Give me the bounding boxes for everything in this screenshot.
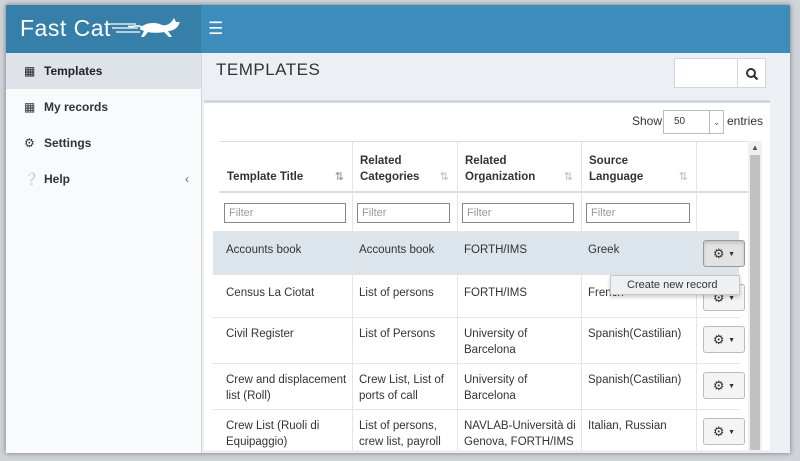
- sidebar-item-templates[interactable]: ▦ Templates: [6, 53, 201, 89]
- table-icon: ▦: [24, 100, 36, 114]
- filter-input-template-title[interactable]: Filter: [224, 203, 346, 223]
- cell-language: Spanish(Castilian): [588, 374, 682, 386]
- gear-icon: ⚙: [712, 378, 725, 393]
- column-header-actions: [696, 141, 748, 193]
- sidebar-item-settings[interactable]: ⚙ Settings: [6, 125, 201, 161]
- filter-input-organization[interactable]: Filter: [462, 203, 574, 223]
- column-header-label: Related Categories: [360, 153, 419, 185]
- cell-title: Crew List (Ruoli di Equipaggio): [226, 420, 320, 448]
- scroll-up-arrow-icon[interactable]: ▲: [748, 141, 762, 155]
- column-header-related-categories[interactable]: Related Categories ⇅: [352, 141, 457, 193]
- chevron-left-icon: ‹: [185, 172, 189, 186]
- column-header-label: Template Title: [227, 171, 304, 183]
- cell-language: Italian, Russian: [588, 420, 667, 432]
- column-header-label: Related Organization: [465, 153, 535, 185]
- table-icon: ▦: [24, 64, 36, 78]
- entries-select[interactable]: 50 ⌄: [663, 110, 724, 134]
- scrollbar-thumb[interactable]: [750, 155, 760, 450]
- caret-down-icon: ▼: [728, 337, 736, 345]
- row-actions-button[interactable]: ⚙ ▼: [703, 418, 745, 445]
- cell-categories: Accounts book: [359, 244, 435, 256]
- sidebar-item-label: Help: [44, 172, 71, 186]
- page-title: TEMPLATES: [216, 60, 321, 79]
- question-circle-icon: ❔: [24, 172, 39, 186]
- column-header-line2: Categories: [360, 171, 420, 183]
- filter-input-categories[interactable]: Filter: [357, 203, 450, 223]
- caret-down-icon: ▼: [728, 429, 736, 437]
- table-row[interactable]: Crew List (Ruoli di Equipaggio) List of …: [213, 409, 739, 450]
- chevron-down-icon: ⌄: [709, 111, 723, 133]
- cell-organization: NAVLAB-Università di Genova, FORTH/IMS: [464, 420, 576, 448]
- sort-icon: ⇅: [678, 171, 688, 183]
- filter-input-language[interactable]: Filter: [586, 203, 690, 223]
- sort-icon: ⇅: [439, 171, 449, 183]
- table-row[interactable]: Crew and displacement list (Roll) Crew L…: [213, 363, 739, 409]
- row-actions-button[interactable]: ⚙ ▼: [703, 372, 745, 399]
- table-row[interactable]: Accounts book Accounts book FORTH/IMS Gr…: [213, 231, 739, 274]
- column-header-related-organization[interactable]: Related Organization ⇅: [457, 141, 581, 193]
- cell-categories: List of persons: [359, 287, 434, 299]
- column-divider: [581, 141, 582, 450]
- cell-organization: University of Barcelona: [464, 328, 528, 356]
- entries-select-value: 50: [674, 116, 686, 127]
- table-row[interactable]: Civil Register List of Persons Universit…: [213, 317, 739, 363]
- cell-categories: List of persons, crew list, payroll: [359, 420, 441, 448]
- entries-label: entries: [727, 114, 764, 128]
- row-actions-button[interactable]: ⚙ ▼: [703, 326, 745, 353]
- column-header-line1: Source: [589, 155, 628, 167]
- sidebar-toggle-hamburger-icon[interactable]: ☰: [208, 19, 223, 39]
- table-scrollbar[interactable]: ▲: [748, 141, 762, 450]
- sidebar-item-my-records[interactable]: ▦ My records: [6, 89, 201, 125]
- logo[interactable]: Fast Cat: [6, 5, 201, 53]
- caret-down-icon: ▼: [728, 383, 736, 391]
- sort-icon: ⇅: [563, 171, 573, 183]
- column-header-template-title[interactable]: Template Title ⇅: [219, 141, 352, 193]
- top-header: Fast Cat ☰: [6, 5, 790, 53]
- sort-ascending-icon: ⇅: [334, 171, 344, 183]
- search-button[interactable]: [738, 58, 766, 88]
- column-divider: [352, 141, 353, 450]
- create-new-record-menu-item[interactable]: Create new record: [610, 275, 740, 295]
- cell-title: Census La Ciotat: [226, 287, 315, 299]
- column-header-line1: Related: [360, 155, 402, 167]
- gear-icon: ⚙: [712, 246, 725, 261]
- column-header-line2: Organization: [465, 171, 536, 183]
- column-divider: [696, 141, 697, 450]
- caret-down-icon: ▼: [728, 251, 736, 259]
- column-header-label: Source Language: [589, 153, 643, 185]
- column-header-source-language[interactable]: Source Language ⇅: [581, 141, 696, 193]
- show-label: Show: [632, 114, 663, 128]
- running-cat-logo-icon: [108, 18, 180, 37]
- cell-language: Spanish(Castilian): [588, 328, 682, 340]
- caret-down-icon: ▼: [728, 295, 736, 303]
- gear-icon: ⚙: [24, 136, 35, 150]
- search-icon: [746, 68, 759, 81]
- cell-title: Accounts book: [226, 244, 302, 256]
- cell-language: Greek: [588, 244, 620, 256]
- sidebar-item-label: Settings: [44, 136, 92, 150]
- app-title: Fast Cat: [20, 15, 111, 41]
- column-header-line1: Related: [465, 155, 507, 167]
- cell-categories: Crew List, List of ports of call: [359, 374, 444, 402]
- gear-icon: ⚙: [712, 424, 725, 439]
- column-divider: [457, 141, 458, 450]
- sidebar-item-help[interactable]: ❔ Help ‹: [6, 161, 201, 197]
- cell-title: Civil Register: [226, 328, 294, 340]
- sidebar-item-label: Templates: [44, 64, 103, 78]
- cell-title: Crew and displacement list (Roll): [226, 374, 347, 402]
- sidebar-item-label: My records: [44, 100, 109, 114]
- column-header-line2: Language: [589, 171, 644, 183]
- search-input[interactable]: [674, 58, 738, 88]
- gear-icon: ⚙: [712, 332, 725, 347]
- row-actions-button[interactable]: ⚙ ▼: [703, 240, 745, 267]
- cell-organization: University of Barcelona: [464, 374, 528, 402]
- sidebar: ▦ Templates ▦ My records ⚙ Settings ❔ Help ‹: [6, 53, 202, 453]
- cell-categories: List of Persons: [359, 328, 436, 340]
- cell-organization: FORTH/IMS: [464, 244, 528, 256]
- cell-organization: FORTH/IMS: [464, 287, 528, 299]
